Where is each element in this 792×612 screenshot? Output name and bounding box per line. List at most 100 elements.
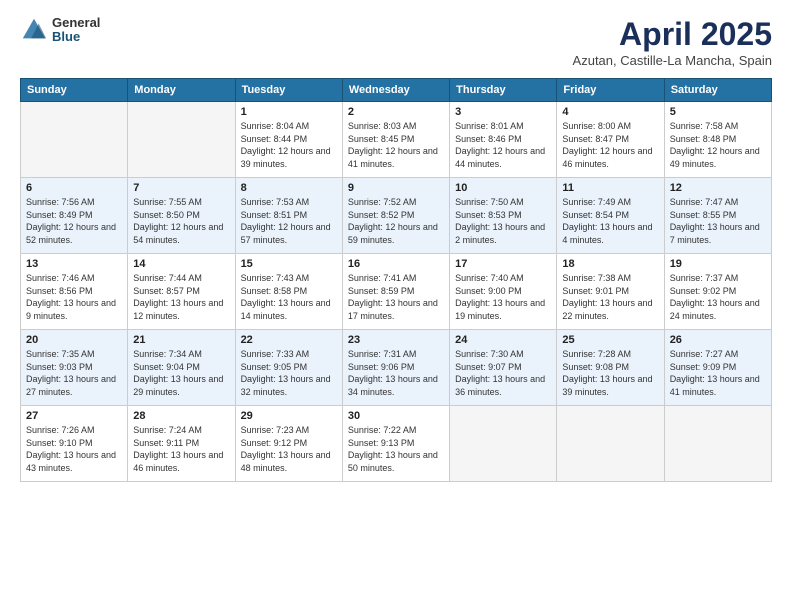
day-number: 20 <box>26 334 122 346</box>
logo-blue-text: Blue <box>52 30 100 44</box>
location: Azutan, Castille-La Mancha, Spain <box>573 53 772 68</box>
calendar-week-row-5: 27Sunrise: 7:26 AMSunset: 9:10 PMDayligh… <box>21 406 772 482</box>
day-number: 2 <box>348 106 444 118</box>
calendar-cell: 8 Sunrise: 7:53 AMSunset: 8:51 PMDaylight… <box>235 178 342 254</box>
header-wednesday: Wednesday <box>342 79 449 102</box>
header-tuesday: Tuesday <box>235 79 342 102</box>
day-number: 9 <box>348 182 444 194</box>
calendar-cell: 20 Sunrise: 7:35 AMSunset: 9:03 PMDayligh… <box>21 330 128 406</box>
calendar-cell: 23 Sunrise: 7:31 AMSunset: 9:06 PMDayligh… <box>342 330 449 406</box>
calendar-week-row-1: 1Sunrise: 8:04 AMSunset: 8:44 PMDaylight… <box>21 102 772 178</box>
day-info: Sunrise: 7:34 AMSunset: 9:04 PMDaylight:… <box>133 348 229 398</box>
day-info: Sunrise: 7:52 AMSunset: 8:52 PMDaylight:… <box>348 196 444 246</box>
calendar-cell: 4Sunrise: 8:00 AMSunset: 8:47 PMDaylight… <box>557 102 664 178</box>
day-number: 15 <box>241 258 337 270</box>
day-number: 11 <box>562 182 658 194</box>
calendar-table: Sunday Monday Tuesday Wednesday Thursday… <box>20 78 772 482</box>
header-sunday: Sunday <box>21 79 128 102</box>
calendar-cell: 14Sunrise: 7:44 AMSunset: 8:57 PMDayligh… <box>128 254 235 330</box>
day-number: 23 <box>348 334 444 346</box>
day-number: 26 <box>670 334 766 346</box>
day-info: Sunrise: 7:40 AMSunset: 9:00 PMDaylight:… <box>455 272 551 322</box>
calendar-cell <box>21 102 128 178</box>
day-number: 18 <box>562 258 658 270</box>
day-info: Sunrise: 7:38 AMSunset: 9:01 PMDaylight:… <box>562 272 658 322</box>
calendar-cell: 1Sunrise: 8:04 AMSunset: 8:44 PMDaylight… <box>235 102 342 178</box>
day-number: 29 <box>241 410 337 422</box>
calendar-cell: 15Sunrise: 7:43 AMSunset: 8:58 PMDayligh… <box>235 254 342 330</box>
day-number: 22 <box>241 334 337 346</box>
day-number: 17 <box>455 258 551 270</box>
day-number: 27 <box>26 410 122 422</box>
calendar-cell: 9 Sunrise: 7:52 AMSunset: 8:52 PMDaylight… <box>342 178 449 254</box>
day-info: Sunrise: 7:33 AMSunset: 9:05 PMDaylight:… <box>241 348 337 398</box>
header: General Blue April 2025 Azutan, Castille… <box>20 16 772 68</box>
header-monday: Monday <box>128 79 235 102</box>
calendar-cell: 18 Sunrise: 7:38 AMSunset: 9:01 PMDayligh… <box>557 254 664 330</box>
calendar-cell: 16 Sunrise: 7:41 AMSunset: 8:59 PMDayligh… <box>342 254 449 330</box>
calendar-cell: 10 Sunrise: 7:50 AMSunset: 8:53 PMDayligh… <box>450 178 557 254</box>
month-title: April 2025 <box>573 16 772 53</box>
day-number: 28 <box>133 410 229 422</box>
day-number: 21 <box>133 334 229 346</box>
calendar-cell <box>664 406 771 482</box>
calendar-cell: 13 Sunrise: 7:46 AMSunset: 8:56 PMDayligh… <box>21 254 128 330</box>
day-info: Sunrise: 7:24 AMSunset: 9:11 PMDaylight:… <box>133 424 229 474</box>
day-info: Sunrise: 7:35 AMSunset: 9:03 PMDaylight:… <box>26 348 122 398</box>
day-info: Sunrise: 8:03 AMSunset: 8:45 PMDaylight:… <box>348 120 444 170</box>
day-info: Sunrise: 7:31 AMSunset: 9:06 PMDaylight:… <box>348 348 444 398</box>
day-info: Sunrise: 7:22 AMSunset: 9:13 PMDaylight:… <box>348 424 444 474</box>
logo-text: General Blue <box>52 16 100 45</box>
day-info: Sunrise: 7:23 AMSunset: 9:12 PMDaylight:… <box>241 424 337 474</box>
calendar-week-row-2: 6Sunrise: 7:56 AMSunset: 8:49 PMDaylight… <box>21 178 772 254</box>
day-info: Sunrise: 7:30 AMSunset: 9:07 PMDaylight:… <box>455 348 551 398</box>
calendar-cell: 7 Sunrise: 7:55 AMSunset: 8:50 PMDaylight… <box>128 178 235 254</box>
day-number: 16 <box>348 258 444 270</box>
day-number: 7 <box>133 182 229 194</box>
logo-general-text: General <box>52 16 100 30</box>
calendar-cell: 3 Sunrise: 8:01 AMSunset: 8:46 PMDaylight… <box>450 102 557 178</box>
day-info: Sunrise: 8:04 AMSunset: 8:44 PMDaylight:… <box>241 120 337 170</box>
calendar-cell: 26Sunrise: 7:27 AMSunset: 9:09 PMDayligh… <box>664 330 771 406</box>
day-number: 12 <box>670 182 766 194</box>
calendar-cell: 5Sunrise: 7:58 AMSunset: 8:48 PMDaylight… <box>664 102 771 178</box>
calendar-cell: 29 Sunrise: 7:23 AMSunset: 9:12 PMDayligh… <box>235 406 342 482</box>
day-info: Sunrise: 7:55 AMSunset: 8:50 PMDaylight:… <box>133 196 229 246</box>
day-info: Sunrise: 7:49 AMSunset: 8:54 PMDaylight:… <box>562 196 658 246</box>
header-friday: Friday <box>557 79 664 102</box>
calendar-cell: 17 Sunrise: 7:40 AMSunset: 9:00 PMDayligh… <box>450 254 557 330</box>
calendar-cell <box>450 406 557 482</box>
day-info: Sunrise: 7:53 AMSunset: 8:51 PMDaylight:… <box>241 196 337 246</box>
calendar-cell: 22 Sunrise: 7:33 AMSunset: 9:05 PMDayligh… <box>235 330 342 406</box>
calendar-cell: 19 Sunrise: 7:37 AMSunset: 9:02 PMDayligh… <box>664 254 771 330</box>
day-info: Sunrise: 7:37 AMSunset: 9:02 PMDaylight:… <box>670 272 766 322</box>
calendar-cell: 12 Sunrise: 7:47 AMSunset: 8:55 PMDayligh… <box>664 178 771 254</box>
day-number: 3 <box>455 106 551 118</box>
calendar-cell <box>557 406 664 482</box>
day-info: Sunrise: 7:41 AMSunset: 8:59 PMDaylight:… <box>348 272 444 322</box>
day-number: 25 <box>562 334 658 346</box>
calendar-cell: 21 Sunrise: 7:34 AMSunset: 9:04 PMDayligh… <box>128 330 235 406</box>
day-info: Sunrise: 7:46 AMSunset: 8:56 PMDaylight:… <box>26 272 122 322</box>
calendar-cell: 30 Sunrise: 7:22 AMSunset: 9:13 PMDayligh… <box>342 406 449 482</box>
day-info: Sunrise: 7:58 AMSunset: 8:48 PMDaylight:… <box>670 120 766 170</box>
day-info: Sunrise: 7:28 AMSunset: 9:08 PMDaylight:… <box>562 348 658 398</box>
day-info: Sunrise: 7:56 AMSunset: 8:49 PMDaylight:… <box>26 196 122 246</box>
day-info: Sunrise: 7:50 AMSunset: 8:53 PMDaylight:… <box>455 196 551 246</box>
title-block: April 2025 Azutan, Castille-La Mancha, S… <box>573 16 772 68</box>
calendar-cell: 24Sunrise: 7:30 AMSunset: 9:07 PMDayligh… <box>450 330 557 406</box>
day-info: Sunrise: 8:01 AMSunset: 8:46 PMDaylight:… <box>455 120 551 170</box>
calendar-week-row-4: 20 Sunrise: 7:35 AMSunset: 9:03 PMDayligh… <box>21 330 772 406</box>
day-number: 10 <box>455 182 551 194</box>
day-info: Sunrise: 7:47 AMSunset: 8:55 PMDaylight:… <box>670 196 766 246</box>
calendar-cell: 27Sunrise: 7:26 AMSunset: 9:10 PMDayligh… <box>21 406 128 482</box>
day-number: 19 <box>670 258 766 270</box>
day-info: Sunrise: 8:00 AMSunset: 8:47 PMDaylight:… <box>562 120 658 170</box>
day-number: 13 <box>26 258 122 270</box>
calendar-week-row-3: 13 Sunrise: 7:46 AMSunset: 8:56 PMDayligh… <box>21 254 772 330</box>
day-number: 8 <box>241 182 337 194</box>
page: General Blue April 2025 Azutan, Castille… <box>0 0 792 612</box>
calendar-cell: 11 Sunrise: 7:49 AMSunset: 8:54 PMDayligh… <box>557 178 664 254</box>
calendar-cell: 2 Sunrise: 8:03 AMSunset: 8:45 PMDaylight… <box>342 102 449 178</box>
day-number: 30 <box>348 410 444 422</box>
